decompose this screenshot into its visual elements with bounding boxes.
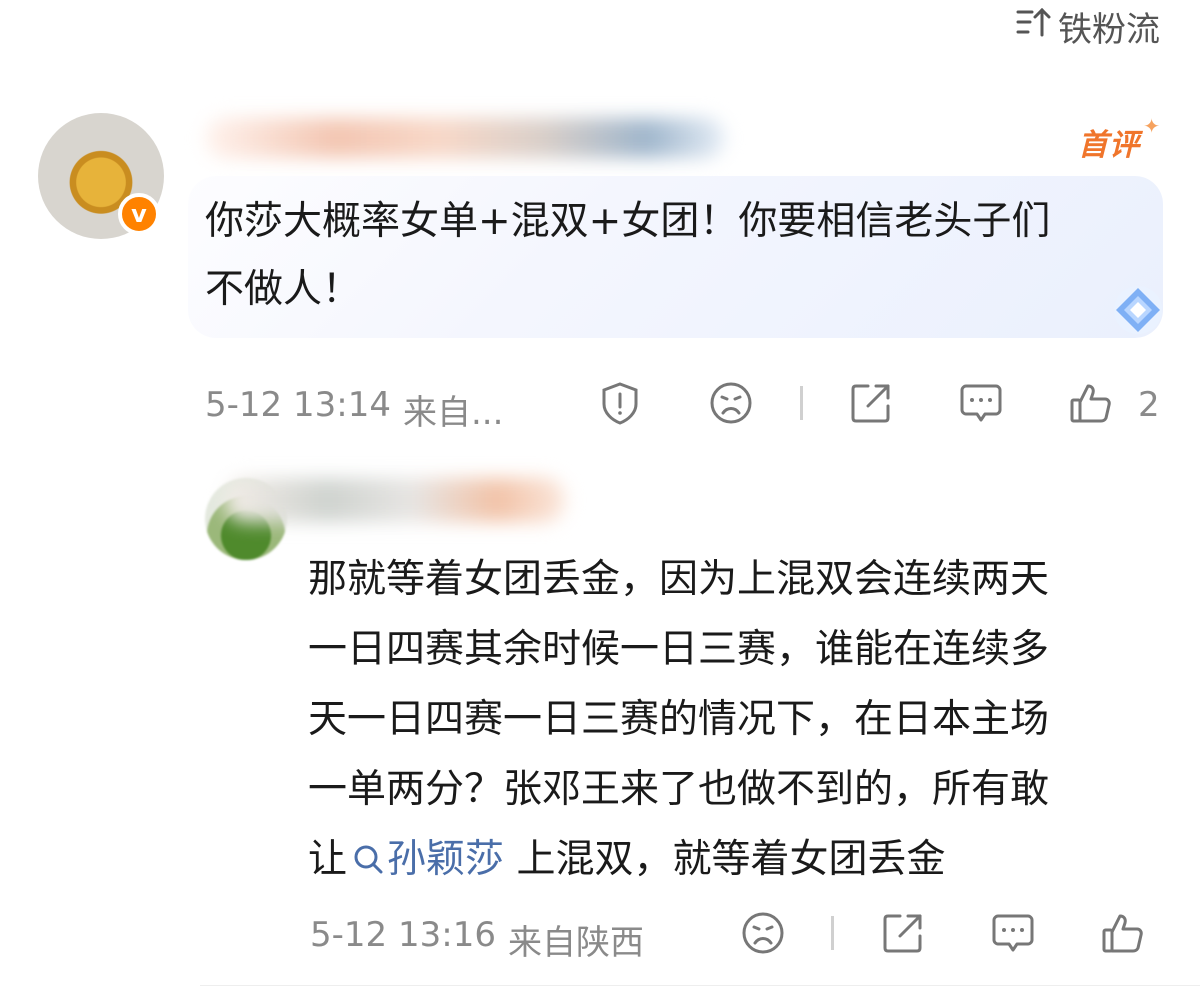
like-icon[interactable] xyxy=(1068,380,1114,426)
reply-username-blurred[interactable] xyxy=(225,478,565,522)
verified-badge-icon: v xyxy=(118,193,160,235)
reply-text-line: 一日四赛其余时候一日三赛，谁能在连续多 xyxy=(308,627,1050,672)
comment-location: 来自... xyxy=(403,393,504,433)
like-count: 2 xyxy=(1138,385,1160,425)
comment-time: 5-12 13:14 xyxy=(205,385,391,425)
reply-text-prefix: 让 xyxy=(308,837,348,882)
reply-text-line: 让孙颖莎 上混双，就等着女团丢金 xyxy=(308,825,1168,895)
dislike-icon[interactable] xyxy=(708,380,754,426)
first-comment-badge: 首评 xyxy=(1078,128,1140,163)
comment-icon[interactable] xyxy=(958,380,1004,426)
comment-text-line: 你莎大概率女单+混双+女团！你要相信老头子们 xyxy=(205,199,1051,244)
reply-time: 5-12 13:16 xyxy=(310,915,496,955)
share-icon[interactable] xyxy=(848,380,894,426)
topic-link[interactable]: 孙颖莎 xyxy=(347,837,504,882)
sort-toggle[interactable]: 铁粉流 xyxy=(1016,2,1160,51)
reply-location: 来自陕西 xyxy=(508,923,644,963)
comment-text: 你莎大概率女单+混双+女团！你要相信老头子们 不做人！ xyxy=(205,188,1145,324)
sparkle-icon: ✦ xyxy=(1143,114,1160,138)
reply-text-line: 那就等着女团丢金，因为上混双会连续两天 xyxy=(308,557,1050,602)
comment-icon[interactable] xyxy=(990,910,1036,956)
reply-text-suffix: 上混双，就等着女团丢金 xyxy=(516,837,946,882)
share-icon[interactable] xyxy=(880,910,926,956)
reply-text: 那就等着女团丢金，因为上混双会连续两天 一日四赛其余时候一日三赛，谁能在连续多 … xyxy=(308,545,1168,895)
dislike-icon[interactable] xyxy=(740,910,786,956)
bottom-divider xyxy=(200,985,1200,986)
reply-text-line: 一单两分？张邓王来了也做不到的，所有敢 xyxy=(308,767,1050,812)
diamond-icon xyxy=(1108,280,1168,340)
topic-link-label: 孙颖莎 xyxy=(387,837,505,882)
sort-label: 铁粉流 xyxy=(1058,10,1160,50)
like-icon[interactable] xyxy=(1100,910,1146,956)
report-icon[interactable] xyxy=(597,380,643,426)
sort-icon xyxy=(1016,5,1052,48)
divider xyxy=(800,386,803,420)
search-icon xyxy=(354,845,383,874)
comment-text-line: 不做人！ xyxy=(205,267,362,312)
username-blurred[interactable] xyxy=(205,118,725,158)
reply-text-line: 天一日四赛一日三赛的情况下，在日本主场 xyxy=(308,697,1050,742)
divider xyxy=(831,916,834,950)
